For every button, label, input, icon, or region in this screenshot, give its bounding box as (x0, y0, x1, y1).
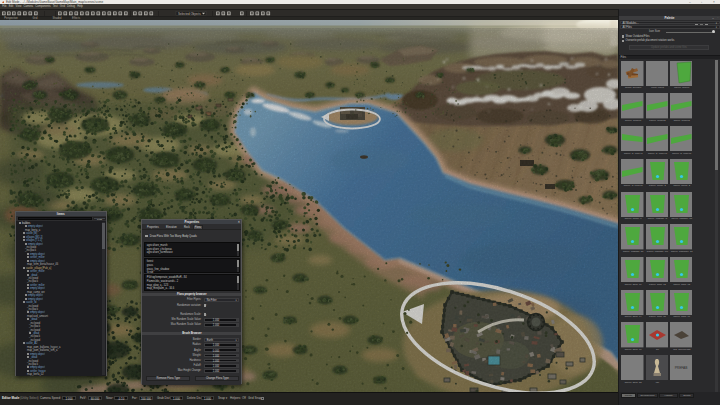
svg-text:PREFAB: PREFAB (675, 366, 688, 370)
svg-text:Selected Objects: Selected Objects (178, 12, 201, 16)
